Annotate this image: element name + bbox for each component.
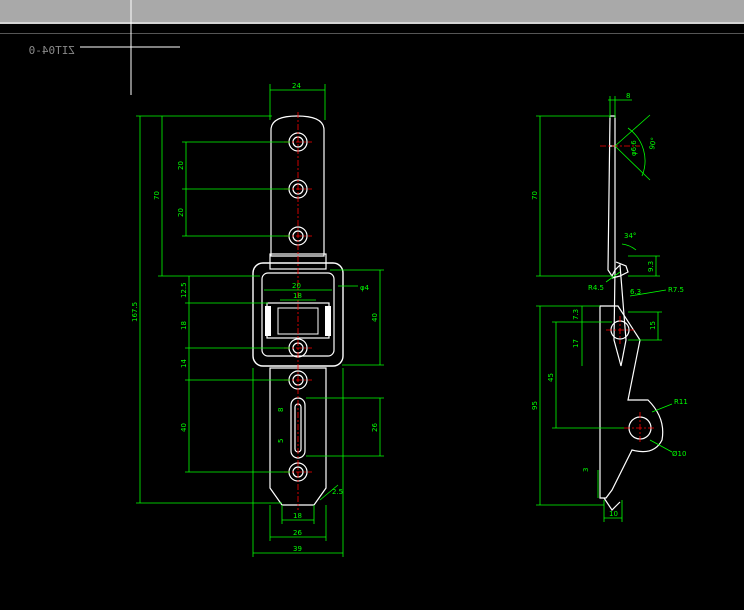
dim-total-height: 167.5: [131, 302, 139, 322]
dim-18-vertical: 18: [180, 321, 188, 330]
front-centerlines: [284, 112, 312, 510]
dim-angle-90: 90°: [648, 137, 658, 151]
dim-3: 3: [582, 468, 590, 472]
crosshair-cursor-icon: [80, 0, 180, 95]
dim-width-20: 20: [292, 282, 301, 290]
dim-r7-5: R7.5: [668, 286, 684, 294]
dim-12-5: 12.5: [180, 282, 188, 298]
dim-17: 17: [572, 339, 580, 348]
dim-width-18-bottom: 18: [293, 512, 302, 520]
dim-26-right: 26: [371, 423, 379, 432]
dim-pitch-20a: 20: [177, 161, 185, 170]
front-dimension-texts: 24 167.5 70 20 20 12.5 18 14 40 20 18 φ4…: [131, 82, 379, 553]
side-body: [599, 305, 664, 499]
dim-phi4: φ4: [360, 284, 370, 292]
cad-canvas[interactable]: ZIT04-0 24 167.5 70 20 20 12.5 18 14 40 …: [0, 0, 744, 610]
dim-height-70: 70: [531, 191, 539, 200]
dim-7-3: 7.3: [572, 309, 580, 320]
dim-width-18-top: 18: [293, 292, 302, 300]
front-view: [252, 112, 344, 510]
dim-9-3: 9.3: [647, 261, 655, 272]
dim-slot-8: 8: [277, 408, 285, 412]
dim-chamfer: 2.5: [332, 488, 343, 496]
dim-r11: R11: [674, 398, 688, 406]
drawing-label: ZIT04-0: [29, 44, 75, 57]
dim-r4-5: R4.5: [588, 284, 604, 292]
dim-top-width: 24: [292, 82, 301, 90]
side-strap: [607, 115, 616, 278]
dim-40-right: 40: [371, 313, 379, 322]
dim-6-3: 6.3: [630, 288, 641, 296]
dim-upper-70: 70: [153, 191, 161, 200]
dim-95: 95: [531, 401, 539, 410]
front-dimensions: [136, 84, 384, 557]
dim-width-39: 39: [293, 545, 302, 553]
dim-40-left: 40: [180, 423, 188, 432]
dim-14: 14: [180, 359, 188, 368]
side-view: [599, 115, 664, 511]
dim-pitch-20b: 20: [177, 208, 185, 217]
dim-thickness-8: 8: [626, 92, 630, 100]
dim-15: 15: [649, 321, 657, 330]
dim-45: 45: [547, 373, 555, 382]
dim-angle-34: 34°: [624, 232, 636, 240]
dim-width-10: 10: [609, 510, 618, 518]
side-dimensions: [536, 96, 673, 522]
dim-slot-5: 5: [277, 439, 285, 443]
dim-d10-hole: Ø10: [672, 450, 686, 458]
dim-width-26: 26: [293, 529, 302, 537]
dim-phi-hole: φ6.6: [630, 140, 638, 156]
